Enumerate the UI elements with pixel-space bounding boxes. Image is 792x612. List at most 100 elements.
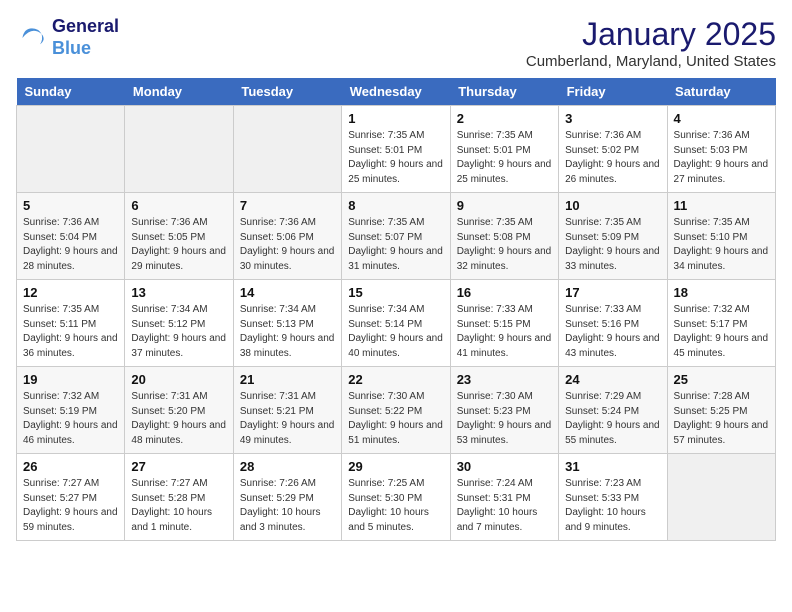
- calendar-cell: 27 Sunrise: 7:27 AM Sunset: 5:28 PM Dayli…: [125, 454, 233, 541]
- day-number: 18: [674, 285, 769, 300]
- day-detail: Sunrise: 7:34 AM Sunset: 5:14 PM Dayligh…: [348, 303, 443, 361]
- day-number: 25: [674, 372, 769, 387]
- day-detail: Sunrise: 7:35 AM Sunset: 5:01 PM Dayligh…: [348, 129, 443, 187]
- day-number: 14: [240, 285, 335, 300]
- calendar-cell: 15 Sunrise: 7:34 AM Sunset: 5:14 PM Dayli…: [342, 280, 450, 367]
- calendar-cell: 28 Sunrise: 7:26 AM Sunset: 5:29 PM Dayli…: [233, 454, 341, 541]
- calendar-cell: 29 Sunrise: 7:25 AM Sunset: 5:30 PM Dayli…: [342, 454, 450, 541]
- calendar-cell: 16 Sunrise: 7:33 AM Sunset: 5:15 PM Dayli…: [450, 280, 558, 367]
- logo-icon: [16, 22, 48, 54]
- day-number: 15: [348, 285, 443, 300]
- calendar-cell: 31Sunrise: 7:23 AM Sunset: 5:33 PM Dayli…: [559, 454, 667, 541]
- day-number: 26: [23, 459, 118, 474]
- weekday-header-tuesday: Tuesday: [233, 78, 341, 106]
- day-detail: Sunrise: 7:28 AM Sunset: 5:25 PM Dayligh…: [674, 390, 769, 448]
- week-row-3: 12 Sunrise: 7:35 AM Sunset: 5:11 PM Dayli…: [17, 280, 776, 367]
- calendar-cell: 7Sunrise: 7:36 AM Sunset: 5:06 PM Daylig…: [233, 193, 341, 280]
- weekday-header-wednesday: Wednesday: [342, 78, 450, 106]
- day-number: 19: [23, 372, 118, 387]
- calendar-cell: 18 Sunrise: 7:32 AM Sunset: 5:17 PM Dayli…: [667, 280, 775, 367]
- day-number: 23: [457, 372, 552, 387]
- weekday-header-row: SundayMondayTuesdayWednesdayThursdayFrid…: [17, 78, 776, 106]
- day-detail: Sunrise: 7:29 AM Sunset: 5:24 PM Dayligh…: [565, 390, 660, 448]
- day-detail: Sunrise: 7:34 AM Sunset: 5:12 PM Dayligh…: [131, 303, 226, 361]
- day-detail: Sunrise: 7:30 AM Sunset: 5:22 PM Dayligh…: [348, 390, 443, 448]
- calendar-cell: [17, 106, 125, 193]
- day-number: 2: [457, 111, 552, 126]
- logo-text: General Blue: [52, 16, 119, 59]
- day-detail: Sunrise: 7:27 AM Sunset: 5:28 PM Dayligh…: [131, 477, 226, 535]
- location: Cumberland, Maryland, United States: [526, 53, 776, 70]
- day-detail: Sunrise: 7:33 AM Sunset: 5:16 PM Dayligh…: [565, 303, 660, 361]
- calendar-cell: 25 Sunrise: 7:28 AM Sunset: 5:25 PM Dayli…: [667, 367, 775, 454]
- day-detail: Sunrise: 7:30 AM Sunset: 5:23 PM Dayligh…: [457, 390, 552, 448]
- weekday-header-sunday: Sunday: [17, 78, 125, 106]
- day-number: 9: [457, 198, 552, 213]
- day-detail: Sunrise: 7:36 AM Sunset: 5:02 PM Dayligh…: [565, 129, 660, 187]
- day-number: 4: [674, 111, 769, 126]
- day-number: 12: [23, 285, 118, 300]
- day-number: 10: [565, 198, 660, 213]
- weekday-header-saturday: Saturday: [667, 78, 775, 106]
- calendar-cell: 3 Sunrise: 7:36 AM Sunset: 5:02 PM Daylig…: [559, 106, 667, 193]
- day-detail: Sunrise: 7:35 AM Sunset: 5:08 PM Dayligh…: [457, 216, 552, 274]
- day-number: 1: [348, 111, 443, 126]
- day-detail: Sunrise: 7:34 AM Sunset: 5:13 PM Dayligh…: [240, 303, 335, 361]
- calendar-cell: 30Sunrise: 7:24 AM Sunset: 5:31 PM Dayli…: [450, 454, 558, 541]
- day-detail: Sunrise: 7:36 AM Sunset: 5:06 PM Dayligh…: [240, 216, 335, 274]
- day-number: 21: [240, 372, 335, 387]
- calendar-cell: 5Sunrise: 7:36 AM Sunset: 5:04 PM Daylig…: [17, 193, 125, 280]
- weekday-header-monday: Monday: [125, 78, 233, 106]
- page-header: General Blue January 2025 Cumberland, Ma…: [16, 16, 776, 70]
- calendar-cell: 23 Sunrise: 7:30 AM Sunset: 5:23 PM Dayli…: [450, 367, 558, 454]
- day-detail: Sunrise: 7:32 AM Sunset: 5:19 PM Dayligh…: [23, 390, 118, 448]
- calendar-cell: 21 Sunrise: 7:31 AM Sunset: 5:21 PM Dayli…: [233, 367, 341, 454]
- day-number: 29: [348, 459, 443, 474]
- day-detail: Sunrise: 7:36 AM Sunset: 5:05 PM Dayligh…: [131, 216, 226, 274]
- day-detail: Sunrise: 7:31 AM Sunset: 5:20 PM Dayligh…: [131, 390, 226, 448]
- day-number: 13: [131, 285, 226, 300]
- logo-line2: Blue: [52, 38, 119, 60]
- week-row-5: 26 Sunrise: 7:27 AM Sunset: 5:27 PM Dayli…: [17, 454, 776, 541]
- day-detail: Sunrise: 7:33 AM Sunset: 5:15 PM Dayligh…: [457, 303, 552, 361]
- day-detail: Sunrise: 7:25 AM Sunset: 5:30 PM Dayligh…: [348, 477, 443, 535]
- week-row-1: 1 Sunrise: 7:35 AM Sunset: 5:01 PM Daylig…: [17, 106, 776, 193]
- day-number: 31: [565, 459, 660, 474]
- calendar-cell: 8 Sunrise: 7:35 AM Sunset: 5:07 PM Daylig…: [342, 193, 450, 280]
- day-detail: Sunrise: 7:32 AM Sunset: 5:17 PM Dayligh…: [674, 303, 769, 361]
- calendar-cell: 17 Sunrise: 7:33 AM Sunset: 5:16 PM Dayli…: [559, 280, 667, 367]
- week-row-4: 19 Sunrise: 7:32 AM Sunset: 5:19 PM Dayli…: [17, 367, 776, 454]
- calendar-cell: 22 Sunrise: 7:30 AM Sunset: 5:22 PM Dayli…: [342, 367, 450, 454]
- calendar-cell: 10 Sunrise: 7:35 AM Sunset: 5:09 PM Dayli…: [559, 193, 667, 280]
- logo-line1: General: [52, 16, 119, 38]
- day-detail: Sunrise: 7:35 AM Sunset: 5:07 PM Dayligh…: [348, 216, 443, 274]
- day-number: 8: [348, 198, 443, 213]
- day-number: 16: [457, 285, 552, 300]
- calendar-cell: [125, 106, 233, 193]
- day-number: 11: [674, 198, 769, 213]
- day-detail: Sunrise: 7:35 AM Sunset: 5:09 PM Dayligh…: [565, 216, 660, 274]
- month-title: January 2025: [526, 16, 776, 53]
- day-detail: Sunrise: 7:36 AM Sunset: 5:04 PM Dayligh…: [23, 216, 118, 274]
- day-number: 28: [240, 459, 335, 474]
- calendar-cell: 20 Sunrise: 7:31 AM Sunset: 5:20 PM Dayli…: [125, 367, 233, 454]
- day-detail: Sunrise: 7:35 AM Sunset: 5:11 PM Dayligh…: [23, 303, 118, 361]
- calendar-table: SundayMondayTuesdayWednesdayThursdayFrid…: [16, 78, 776, 541]
- calendar-cell: 1 Sunrise: 7:35 AM Sunset: 5:01 PM Daylig…: [342, 106, 450, 193]
- day-number: 30: [457, 459, 552, 474]
- calendar-cell: 11 Sunrise: 7:35 AM Sunset: 5:10 PM Dayli…: [667, 193, 775, 280]
- day-number: 22: [348, 372, 443, 387]
- day-number: 20: [131, 372, 226, 387]
- day-detail: Sunrise: 7:35 AM Sunset: 5:01 PM Dayligh…: [457, 129, 552, 187]
- calendar-cell: 24Sunrise: 7:29 AM Sunset: 5:24 PM Dayli…: [559, 367, 667, 454]
- day-detail: Sunrise: 7:35 AM Sunset: 5:10 PM Dayligh…: [674, 216, 769, 274]
- day-number: 27: [131, 459, 226, 474]
- day-detail: Sunrise: 7:26 AM Sunset: 5:29 PM Dayligh…: [240, 477, 335, 535]
- calendar-cell: 19 Sunrise: 7:32 AM Sunset: 5:19 PM Dayli…: [17, 367, 125, 454]
- day-number: 3: [565, 111, 660, 126]
- day-detail: Sunrise: 7:31 AM Sunset: 5:21 PM Dayligh…: [240, 390, 335, 448]
- calendar-cell: 9 Sunrise: 7:35 AM Sunset: 5:08 PM Daylig…: [450, 193, 558, 280]
- day-detail: Sunrise: 7:36 AM Sunset: 5:03 PM Dayligh…: [674, 129, 769, 187]
- day-detail: Sunrise: 7:27 AM Sunset: 5:27 PM Dayligh…: [23, 477, 118, 535]
- day-number: 17: [565, 285, 660, 300]
